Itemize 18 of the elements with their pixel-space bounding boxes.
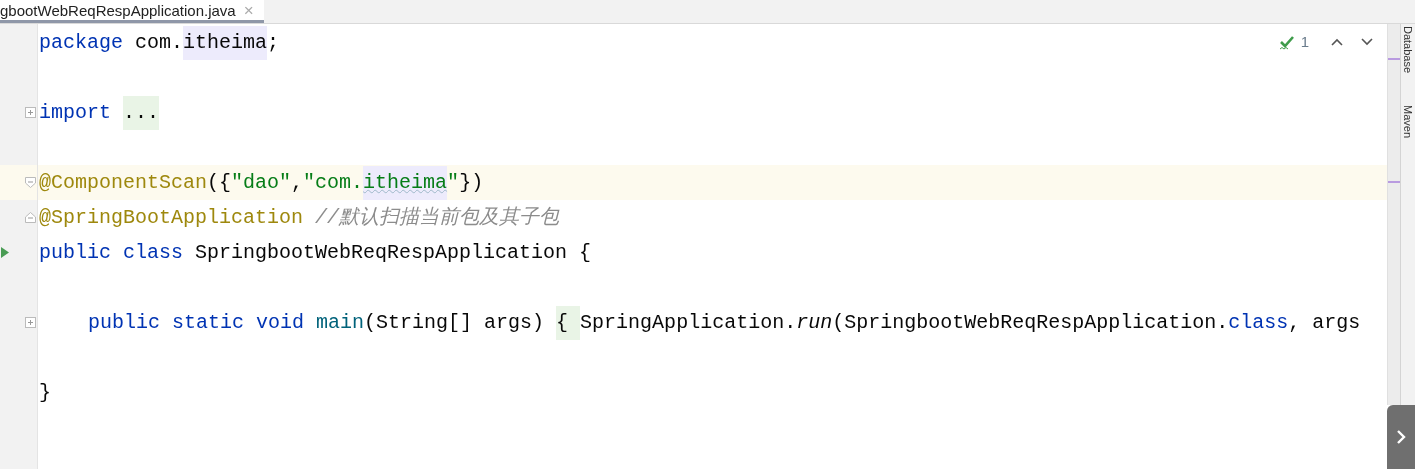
fold-end-icon[interactable] [25, 212, 36, 223]
fold-expand-icon[interactable] [25, 317, 36, 328]
code-line: import ... [39, 95, 160, 130]
fold-expand-icon[interactable] [25, 107, 36, 118]
tool-window-tab[interactable]: Maven [1401, 103, 1415, 139]
code-line: public class SpringbootWebReqRespApplication { [39, 240, 592, 266]
run-icon[interactable] [1, 247, 9, 258]
file-tab[interactable]: gbootWebReqRespApplication.java × [0, 0, 264, 23]
tool-window-tab[interactable]: Database [1401, 24, 1415, 74]
code-line: } [39, 380, 51, 406]
code-line: package com.itheima; [39, 25, 280, 60]
fold-start-icon[interactable] [25, 177, 36, 188]
code-line: @SpringBootApplication //默认扫描当前包及其子包 [39, 205, 560, 231]
chevron-right-icon [1396, 429, 1406, 445]
code-line: @ComponentScan({"dao","com.itheima"}) [39, 165, 484, 200]
inspection-count[interactable]: 1 [1300, 33, 1309, 50]
code-line: public static void main(String[] args) { SpringApplication.run(SpringbootWebReqRespApplication.class, args [88, 305, 1361, 340]
expand-panel-button[interactable] [1387, 405, 1415, 469]
